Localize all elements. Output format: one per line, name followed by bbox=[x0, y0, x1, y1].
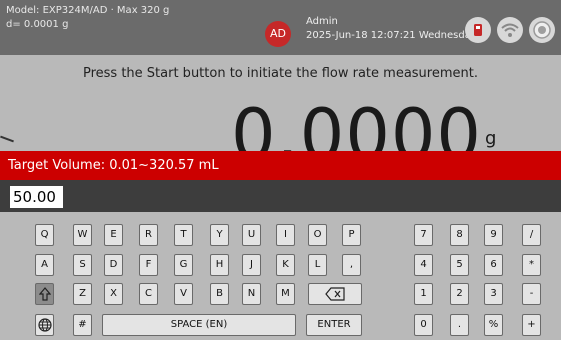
input-row bbox=[0, 180, 561, 212]
on-screen-keyboard: Q W E R T Y U I O P A S D F G H J K L , … bbox=[0, 212, 561, 340]
key-r[interactable]: R bbox=[139, 224, 158, 246]
model-text: Model: EXP324M/AD · Max 320 g bbox=[6, 5, 170, 16]
key-hash[interactable]: # bbox=[73, 314, 92, 336]
key-4[interactable]: 4 bbox=[414, 254, 433, 276]
key-asterisk[interactable]: * bbox=[522, 254, 541, 276]
key-v[interactable]: V bbox=[174, 283, 193, 305]
key-y[interactable]: Y bbox=[210, 224, 229, 246]
weight-unit: g bbox=[485, 128, 497, 149]
key-m[interactable]: M bbox=[276, 283, 295, 305]
key-x[interactable]: X bbox=[104, 283, 123, 305]
weighing-display: Press the Start button to initiate the f… bbox=[0, 55, 561, 151]
usb-drive-icon[interactable] bbox=[465, 17, 491, 43]
user-info: Admin 2025-Jun-18 12:07:21 Wednesday bbox=[306, 15, 477, 43]
key-e[interactable]: E bbox=[104, 224, 123, 246]
enter-key[interactable]: ENTER bbox=[306, 314, 362, 336]
device-info: Model: EXP324M/AD · Max 320 g d= 0.0001 … bbox=[6, 4, 169, 32]
key-2[interactable]: 2 bbox=[450, 283, 469, 305]
backspace-key[interactable] bbox=[308, 283, 362, 305]
key-3[interactable]: 3 bbox=[484, 283, 503, 305]
weight-readout: 0.0000 bbox=[231, 94, 482, 151]
datetime: 2025-Jun-18 12:07:21 Wednesday bbox=[306, 30, 477, 41]
status-bar: Model: EXP324M/AD · Max 320 g d= 0.0001 … bbox=[0, 0, 561, 55]
key-d[interactable]: D bbox=[104, 254, 123, 276]
key-slash[interactable]: / bbox=[522, 224, 541, 246]
key-7[interactable]: 7 bbox=[414, 224, 433, 246]
key-9[interactable]: 9 bbox=[484, 224, 503, 246]
key-n[interactable]: N bbox=[242, 283, 261, 305]
key-u[interactable]: U bbox=[242, 224, 261, 246]
target-volume-banner: Target Volume: 0.01~320.57 mL bbox=[0, 151, 561, 180]
edge-indicator bbox=[0, 135, 14, 143]
language-key[interactable] bbox=[35, 314, 54, 336]
key-0[interactable]: 0 bbox=[414, 314, 433, 336]
key-b[interactable]: B bbox=[210, 283, 229, 305]
key-j[interactable]: J bbox=[242, 254, 261, 276]
user-name: Admin bbox=[306, 16, 338, 27]
key-5[interactable]: 5 bbox=[450, 254, 469, 276]
key-period[interactable]: . bbox=[450, 314, 469, 336]
key-h[interactable]: H bbox=[210, 254, 229, 276]
key-1[interactable]: 1 bbox=[414, 283, 433, 305]
shift-arrow-icon bbox=[38, 287, 51, 301]
key-g[interactable]: G bbox=[174, 254, 193, 276]
key-percent[interactable]: % bbox=[484, 314, 503, 336]
key-8[interactable]: 8 bbox=[450, 224, 469, 246]
key-w[interactable]: W bbox=[73, 224, 92, 246]
key-f[interactable]: F bbox=[139, 254, 158, 276]
key-k[interactable]: K bbox=[276, 254, 295, 276]
key-a[interactable]: A bbox=[35, 254, 54, 276]
globe-icon bbox=[37, 318, 52, 332]
key-s[interactable]: S bbox=[73, 254, 92, 276]
key-l[interactable]: L bbox=[308, 254, 327, 276]
readability-text: d= 0.0001 g bbox=[6, 19, 69, 30]
key-p[interactable]: P bbox=[342, 224, 361, 246]
key-o[interactable]: O bbox=[308, 224, 327, 246]
space-key[interactable]: SPACE (EN) bbox=[102, 314, 296, 336]
key-minus[interactable]: - bbox=[522, 283, 541, 305]
target-volume-input[interactable] bbox=[10, 186, 63, 208]
backspace-icon bbox=[325, 287, 345, 301]
key-6[interactable]: 6 bbox=[484, 254, 503, 276]
key-comma[interactable]: , bbox=[342, 254, 361, 276]
key-t[interactable]: T bbox=[174, 224, 193, 246]
shift-key[interactable] bbox=[35, 283, 54, 305]
level-bubble-icon[interactable] bbox=[529, 17, 555, 43]
key-i[interactable]: I bbox=[276, 224, 295, 246]
avatar[interactable]: AD bbox=[265, 21, 291, 47]
wifi-icon[interactable] bbox=[497, 17, 523, 43]
key-z[interactable]: Z bbox=[73, 283, 92, 305]
key-q[interactable]: Q bbox=[35, 224, 54, 246]
key-c[interactable]: C bbox=[139, 283, 158, 305]
instruction-text: Press the Start button to initiate the f… bbox=[82, 66, 478, 81]
key-plus[interactable]: + bbox=[522, 314, 541, 336]
